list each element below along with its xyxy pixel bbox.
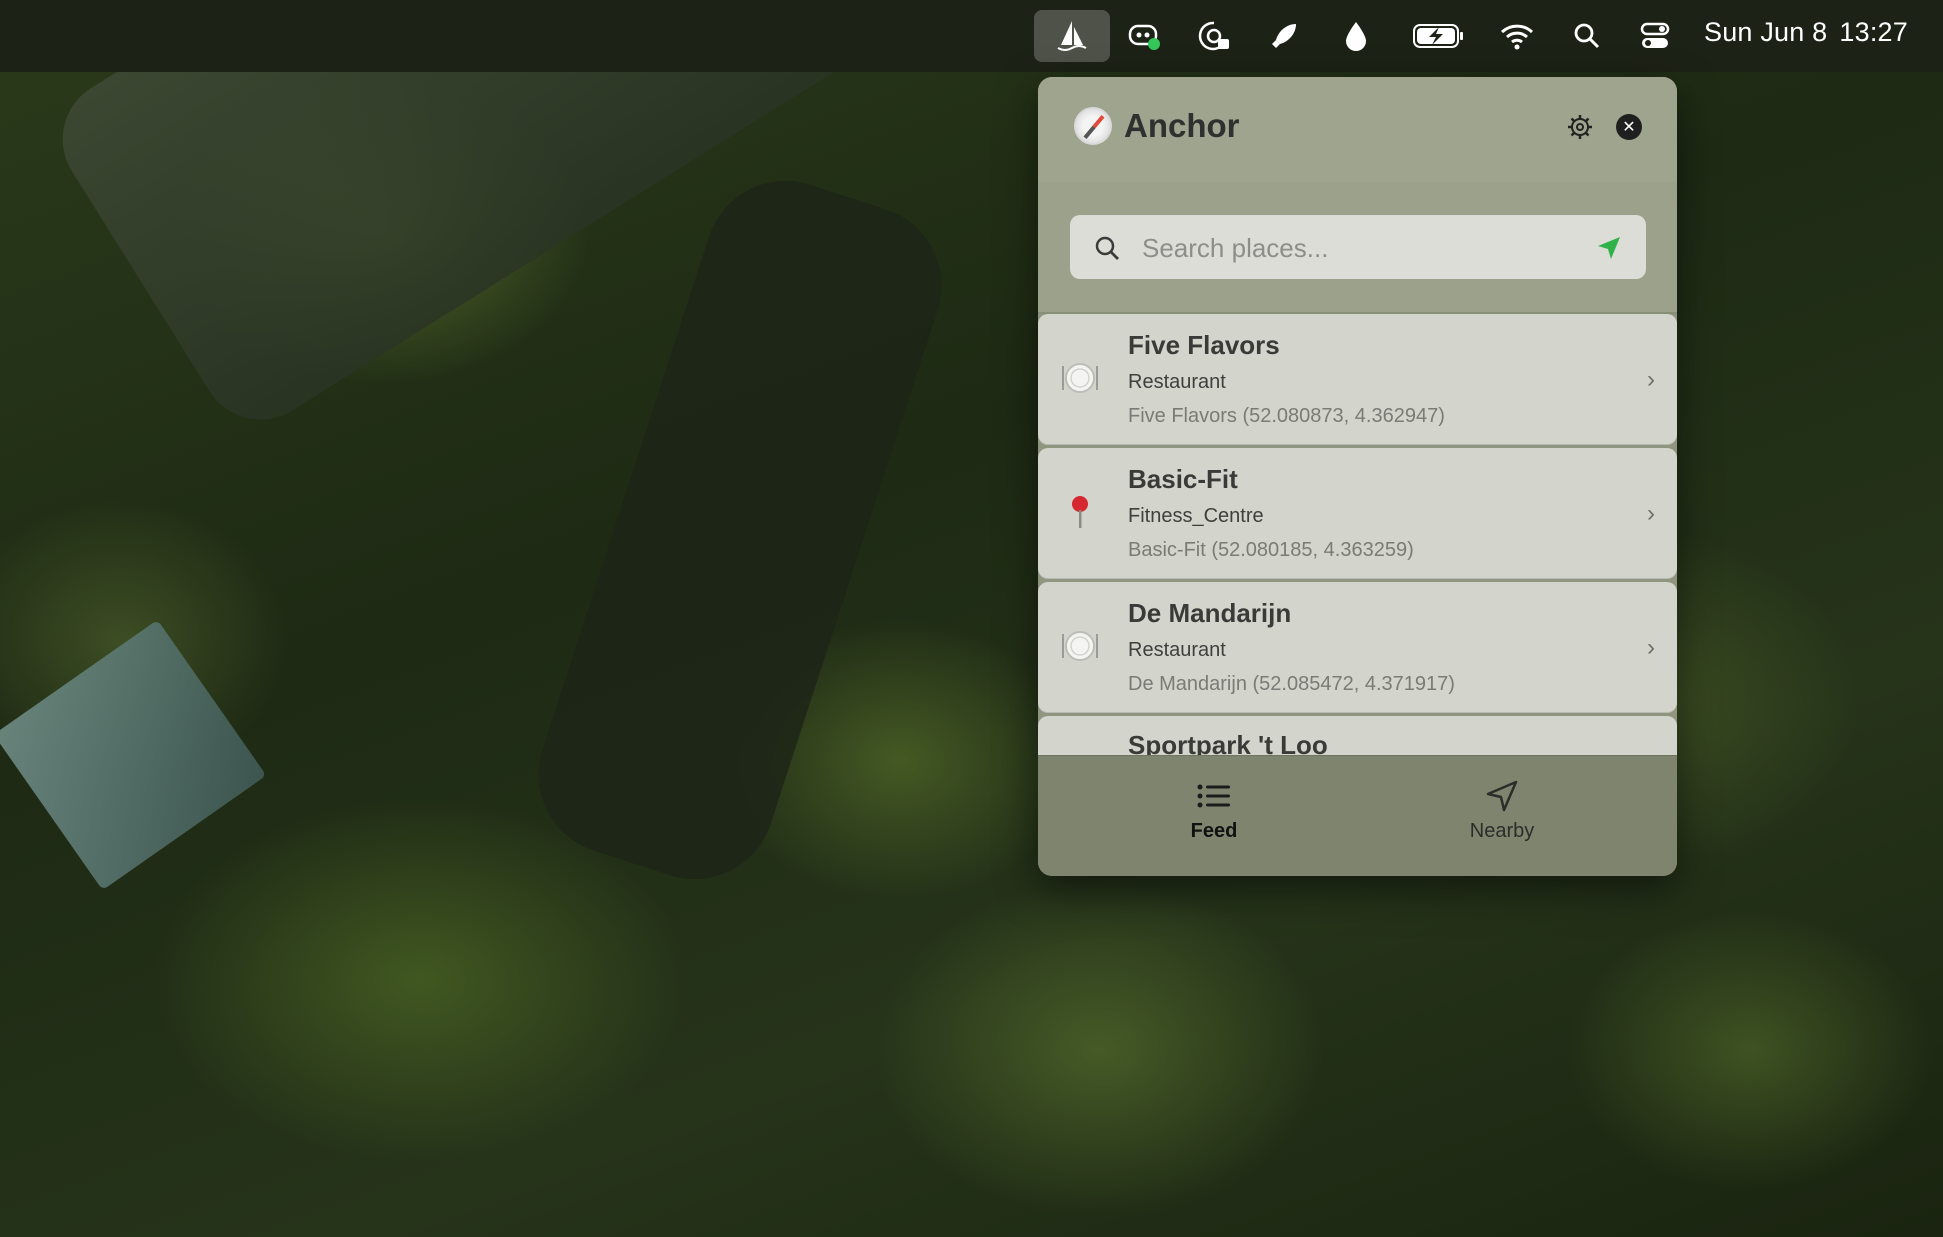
lock-status-icon[interactable]	[1186, 10, 1242, 62]
search-field[interactable]	[1070, 215, 1646, 281]
battery-charging-icon[interactable]	[1407, 10, 1471, 62]
pin-icon	[1060, 492, 1100, 532]
search-input[interactable]	[1140, 215, 1584, 281]
chevron-right-icon: ›	[1647, 634, 1655, 661]
copilot-icon[interactable]	[1116, 10, 1172, 62]
list-icon	[1197, 784, 1230, 808]
tab-feed-label: Feed	[1190, 820, 1238, 842]
search-icon	[1095, 236, 1119, 260]
place-category: Restaurant	[1128, 371, 1226, 393]
chevron-right-icon: ›	[1647, 500, 1655, 527]
droplet-icon[interactable]	[1328, 10, 1384, 62]
tab-bar: Feed Nearby	[1038, 755, 1677, 876]
wifi-icon[interactable]	[1489, 10, 1545, 62]
list-item[interactable]: Five Flavors Restaurant Five Flavors (52…	[1038, 314, 1677, 445]
spotlight-search-icon[interactable]	[1559, 10, 1615, 62]
wallpaper-water-shadow	[517, 160, 963, 900]
tab-nearby-label: Nearby	[1469, 820, 1535, 842]
anchor-popover: Anchor ✕ Five Flavors Restaurant Five Fl…	[1038, 77, 1677, 876]
close-button[interactable]: ✕	[1616, 114, 1642, 140]
plate-icon	[1060, 626, 1100, 666]
sailboat-icon[interactable]	[1034, 10, 1110, 62]
place-name: De Mandarijn	[1128, 598, 1292, 628]
tab-nearby[interactable]: Nearby	[1422, 778, 1582, 858]
list-item[interactable]: De Mandarijn Restaurant De Mandarijn (52…	[1038, 582, 1677, 713]
place-category: Restaurant	[1128, 639, 1226, 661]
place-name: Five Flavors	[1128, 330, 1280, 360]
location-arrow-icon[interactable]	[1596, 235, 1622, 261]
compass-icon	[1074, 107, 1112, 145]
clock-time: 13:27	[1839, 17, 1908, 47]
place-coordinates: Basic-Fit (52.080185, 4.363259)	[1128, 539, 1414, 561]
plate-icon	[1060, 358, 1100, 398]
menu-bar: Sun Jun 8 13:27	[0, 0, 1943, 72]
place-coordinates: Five Flavors (52.080873, 4.362947)	[1128, 405, 1445, 427]
settings-button[interactable]	[1567, 114, 1593, 140]
tab-feed[interactable]: Feed	[1134, 778, 1294, 858]
wallpaper-building	[0, 619, 267, 891]
close-icon: ✕	[1622, 119, 1636, 136]
popover-header: Anchor ✕	[1038, 77, 1677, 183]
location-arrow-icon	[1486, 780, 1518, 812]
place-name: Basic-Fit	[1128, 464, 1238, 494]
gear-icon	[1568, 115, 1592, 139]
clock-date: Sun Jun 8	[1704, 17, 1828, 47]
menu-bar-clock[interactable]: Sun Jun 8 13:27	[1704, 17, 1908, 48]
control-center-icon[interactable]	[1627, 10, 1683, 62]
place-category: Fitness_Centre	[1128, 505, 1264, 527]
list-item[interactable]: Basic-Fit Fitness_Centre Basic-Fit (52.0…	[1038, 448, 1677, 579]
place-coordinates: De Mandarijn (52.085472, 4.371917)	[1128, 673, 1455, 695]
rocket-icon[interactable]	[1256, 10, 1312, 62]
app-title: Anchor	[1124, 107, 1240, 144]
chevron-right-icon: ›	[1647, 366, 1655, 393]
